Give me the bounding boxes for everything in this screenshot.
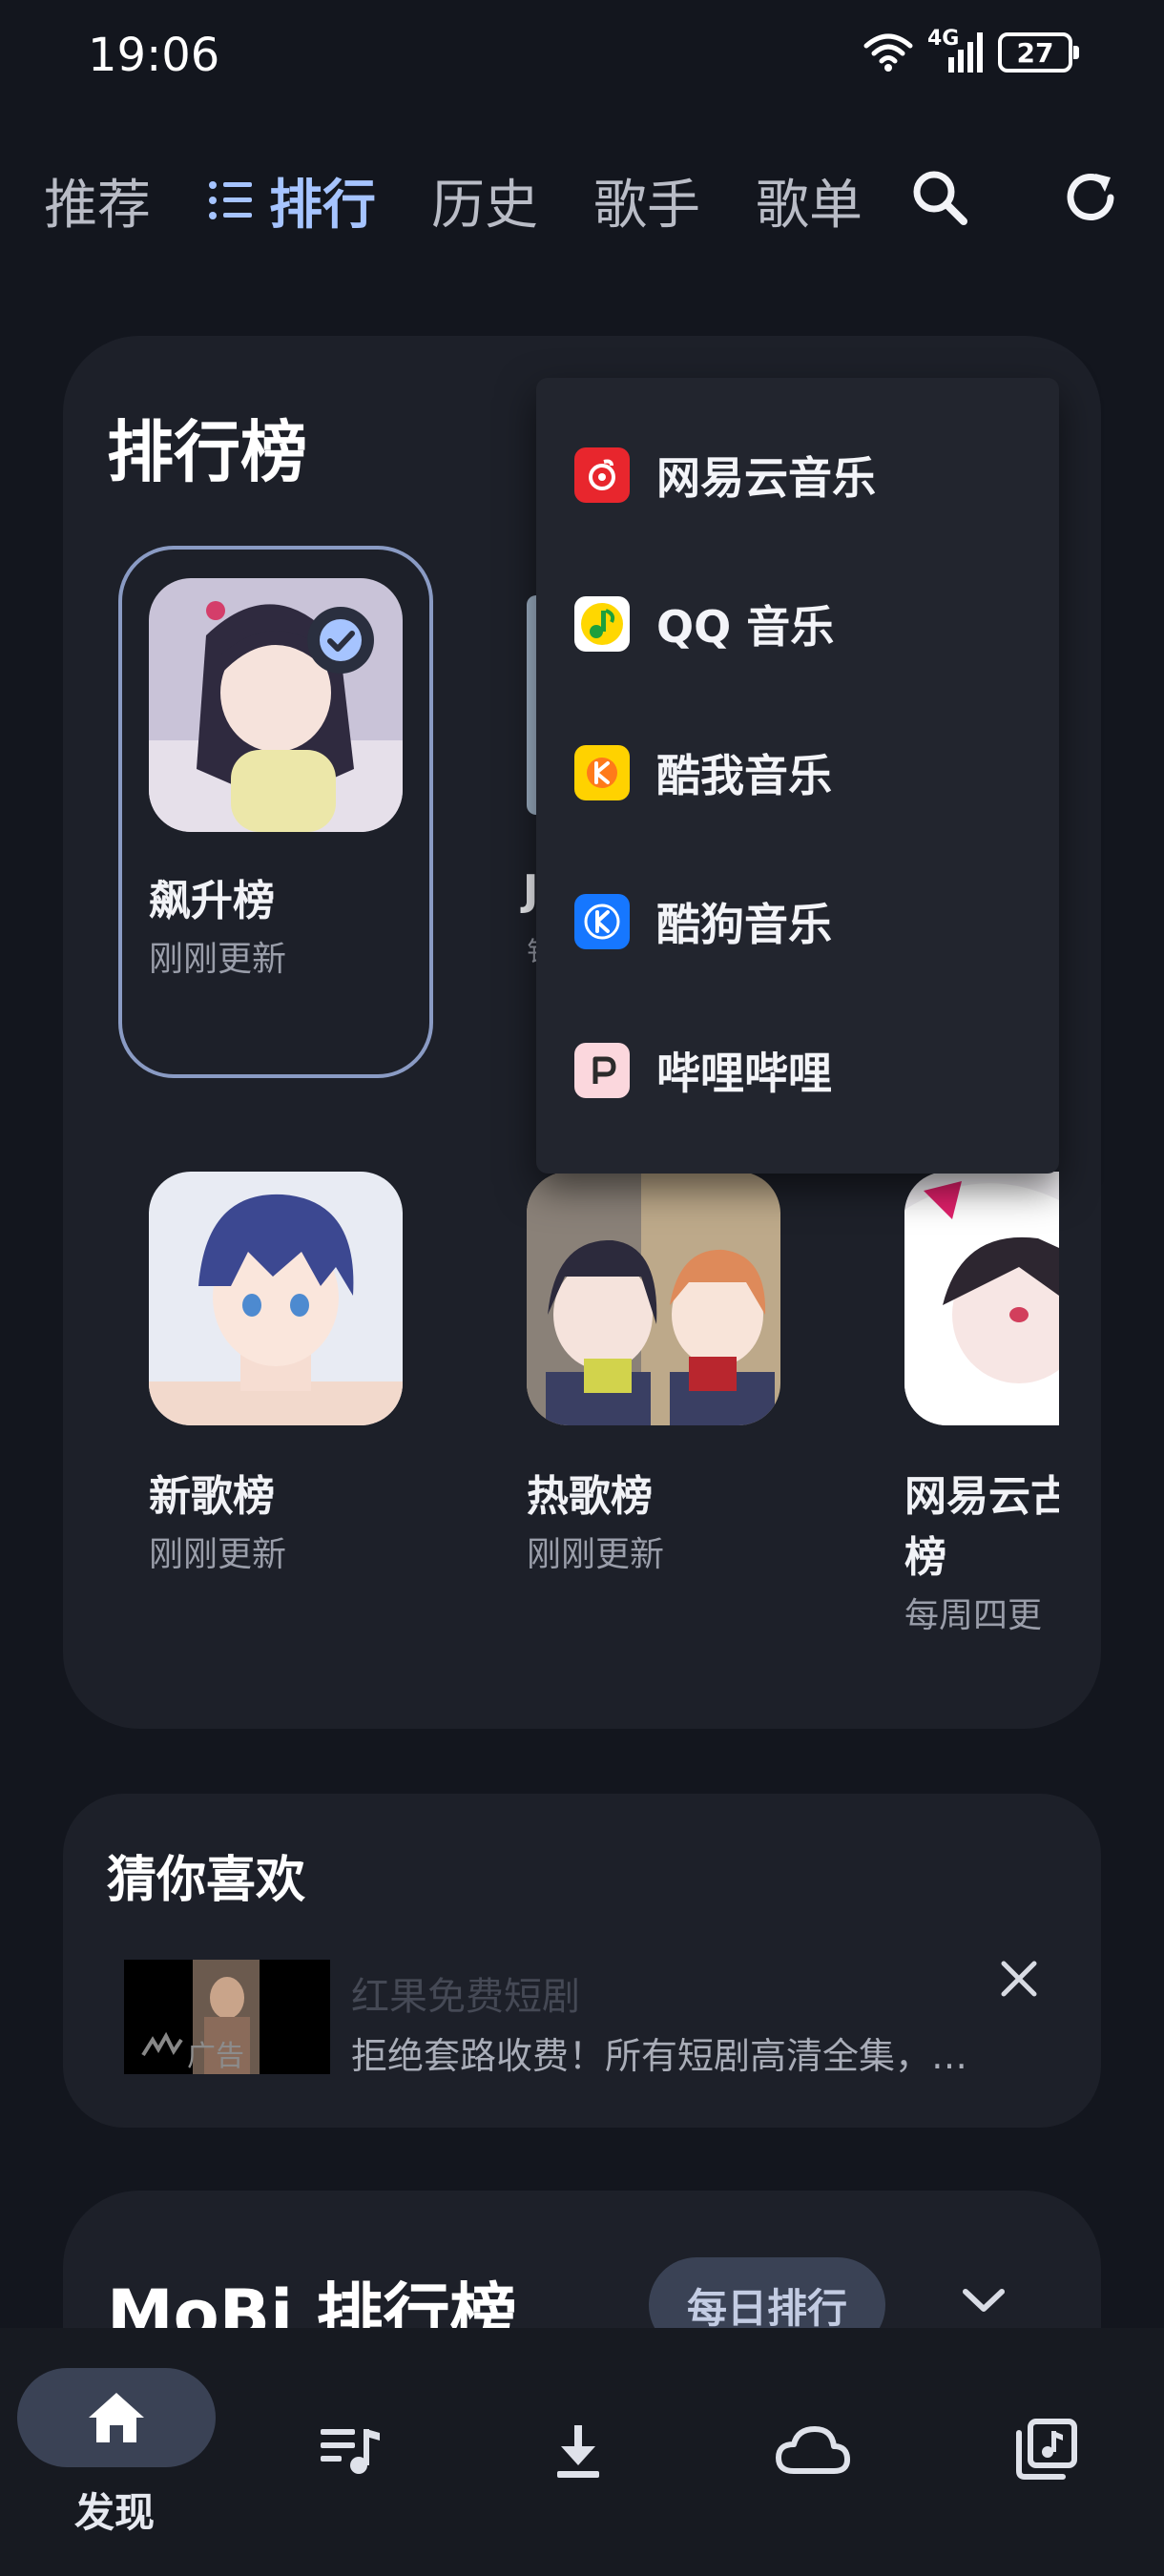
ad-thumbnail[interactable]: 广告 [124,1960,330,2074]
chart-title-netease-classic: 网易云古 [904,1472,1059,1521]
menu-item-netease[interactable]: 网易云音乐 [536,401,1059,550]
chart-cover-hidden[interactable] [527,595,536,815]
guess-title: 猜你喜欢 [107,1852,306,1909]
bottom-nav-home-label[interactable]: 发现 [74,2481,155,2539]
netease-music-icon [574,447,630,503]
playlist-icon[interactable] [319,2423,382,2477]
menu-item-kugou[interactable]: 酷狗音乐 [536,847,1059,996]
status-time: 19:06 [88,29,220,82]
menu-label-qq: QQ 音乐 [656,601,835,653]
chart-title-soaring: 飙升榜 [149,877,275,925]
ad-tag: 广告 [187,2040,244,2073]
chart-cover-netease-classic[interactable] [904,1172,1059,1425]
menu-label-netease: 网易云音乐 [656,452,876,504]
chart-cover-new[interactable] [149,1172,403,1425]
chart-title-new: 新歌榜 [149,1472,275,1521]
menu-label-kugou: 酷狗音乐 [656,899,832,950]
menu-item-bilibili[interactable]: 哔哩哔哩 [536,996,1059,1145]
source-dropdown-menu: 网易云音乐 QQ 音乐 酷我音乐 酷狗音乐 哔哩哔哩 [536,378,1059,1174]
chart-sub-new: 刚刚更新 [149,1535,287,1574]
ranking-title: 排行榜 [107,413,307,491]
battery-icon: 27 [998,32,1079,73]
tab-playlists[interactable]: 歌单 [756,162,863,239]
menu-item-kuwo[interactable]: 酷我音乐 [536,698,1059,847]
home-icon [89,2393,144,2442]
battery-level: 27 [1016,36,1054,69]
download-icon[interactable] [551,2423,605,2479]
status-icons: 4G 27 [863,27,1079,74]
bottom-nav-home[interactable] [17,2368,216,2467]
chart-sub-hot: 刚刚更新 [527,1535,665,1574]
chart-title-netease-classic-line2: 榜 [904,1533,946,1582]
menu-item-qq[interactable]: QQ 音乐 [536,550,1059,698]
kuwo-music-icon [574,745,630,800]
chart-sub-soaring: 刚刚更新 [149,940,287,979]
tab-ranking[interactable]: 排行 [269,162,376,239]
signal-icon: 4G [927,27,985,74]
chevron-down-icon[interactable] [960,2286,1008,2315]
tab-singers[interactable]: 歌手 [593,162,700,239]
music-library-icon[interactable] [1015,2418,1078,2481]
wifi-icon [863,33,913,72]
search-icon[interactable] [910,168,969,227]
chart-title-hot: 热歌榜 [527,1472,653,1521]
close-icon[interactable] [998,1958,1040,2000]
ad-title[interactable]: 红果免费短剧 [351,1965,580,2021]
kugou-music-icon [574,894,630,949]
menu-label-kuwo: 酷我音乐 [656,750,832,801]
ad-description[interactable]: 拒绝套路收费！所有短剧高清全集，… [351,2026,981,2079]
menu-label-bilibili: 哔哩哔哩 [656,1048,832,1099]
refresh-icon[interactable] [1061,168,1120,227]
selected-check-icon [307,607,374,674]
bilibili-icon [574,1043,630,1098]
tab-recommend[interactable]: 推荐 [44,162,151,239]
chart-cover-hot[interactable] [527,1172,780,1425]
list-icon [209,181,252,219]
chart-sub-netease-classic: 每周四更 [904,1596,1043,1635]
cloud-icon[interactable] [775,2423,851,2477]
tab-history[interactable]: 历史 [431,162,538,239]
qq-music-icon [574,596,630,652]
